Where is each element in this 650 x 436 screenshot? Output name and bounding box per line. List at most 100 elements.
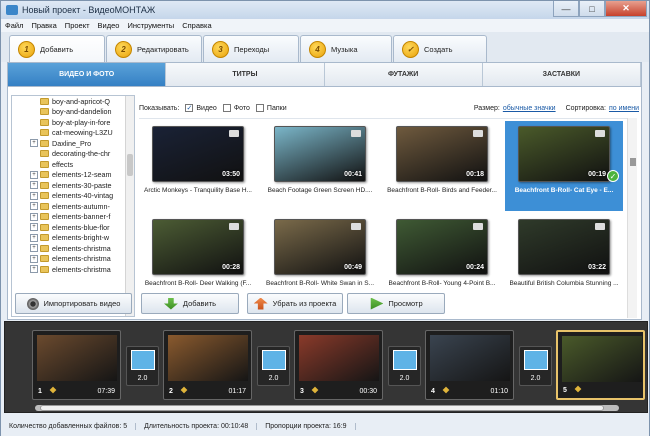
pencil-icon[interactable] bbox=[180, 386, 188, 394]
media-thumbnail[interactable]: 00:24 bbox=[396, 219, 488, 275]
expand-icon[interactable]: + bbox=[30, 170, 38, 179]
preview-button[interactable]: Просмотр bbox=[347, 293, 445, 314]
tree-folder-item[interactable]: + elements-autumn- bbox=[12, 201, 134, 212]
expand-icon[interactable]: + bbox=[30, 223, 38, 232]
tab-transitions[interactable]: 3 Переходы bbox=[203, 35, 299, 62]
pencil-icon[interactable] bbox=[311, 386, 319, 394]
media-item[interactable]: 00:41 Beach Footage Green Screen HD.... bbox=[261, 121, 379, 211]
media-thumbnail[interactable]: 00:28 bbox=[152, 219, 244, 275]
media-thumbnail[interactable]: 03:22 bbox=[518, 219, 610, 275]
add-button[interactable]: Добавить bbox=[141, 293, 239, 314]
pencil-icon[interactable] bbox=[49, 386, 57, 394]
minimize-button[interactable]: — bbox=[553, 1, 579, 17]
tree-scrollbar[interactable] bbox=[125, 96, 134, 316]
expand-icon[interactable]: + bbox=[30, 233, 38, 242]
media-item[interactable]: 03:22 Beautiful British Columbia Stunning… bbox=[505, 214, 623, 304]
clip-number: 4 bbox=[431, 388, 435, 395]
tree-folder-item[interactable]: + elements-40-vintag bbox=[12, 191, 134, 202]
media-item[interactable]: 00:24 Beachfront B-Roll- Young 4-Point B.… bbox=[383, 214, 501, 304]
tab-add[interactable]: 1 Добавить bbox=[9, 35, 105, 63]
folder-icon bbox=[40, 160, 49, 168]
tree-folder-item[interactable]: + elements-bright-w bbox=[12, 233, 134, 244]
maximize-button[interactable]: □ bbox=[579, 1, 605, 17]
tree-folder-item[interactable]: cat-meowing-L3ZU bbox=[12, 128, 134, 139]
size-link[interactable]: обычные значки bbox=[503, 105, 556, 112]
tree-folder-item[interactable]: + elements-christma bbox=[12, 254, 134, 265]
expand-icon[interactable]: + bbox=[30, 212, 38, 221]
tree-scroll-thumb[interactable] bbox=[127, 154, 133, 176]
tree-folder-item[interactable]: boy-and-apricot-Q bbox=[12, 96, 134, 107]
media-thumbnail[interactable]: 00:49 bbox=[274, 219, 366, 275]
tree-folder-item[interactable]: + elements-blue-flor bbox=[12, 222, 134, 233]
tree-folder-item[interactable]: + elements-christma bbox=[12, 264, 134, 275]
sort-link[interactable]: по имени bbox=[609, 105, 639, 112]
media-scrollbar[interactable] bbox=[627, 118, 637, 318]
timeline-scroll-thumb[interactable] bbox=[40, 405, 604, 411]
media-item[interactable]: 00:28 Beachfront B-Roll- Deer Walking (F.… bbox=[139, 214, 257, 304]
media-item[interactable]: 00:19 Beachfront B-Roll- Cat Eye - E... ✓ bbox=[505, 121, 623, 211]
remove-label: Убрать из проекта bbox=[272, 299, 337, 308]
expand-icon[interactable]: + bbox=[30, 254, 38, 263]
tree-folder-item[interactable]: boy-at-play-in-fore bbox=[12, 117, 134, 128]
subtab-titles[interactable]: ТИТРЫ bbox=[166, 63, 325, 86]
media-thumbnail[interactable]: 00:18 bbox=[396, 126, 488, 182]
media-item[interactable]: 03:50 Arctic Monkeys - Tranquility Base H… bbox=[139, 121, 257, 211]
timeline-clip[interactable]: 3 00:30 bbox=[294, 330, 383, 400]
checkmark-icon: ✓ bbox=[607, 170, 619, 182]
photo-checkbox[interactable] bbox=[222, 104, 231, 112]
timeline-clip[interactable]: 5 bbox=[556, 330, 645, 400]
menu-edit[interactable]: Правка bbox=[31, 21, 56, 30]
subtab-video-photo[interactable]: ВИДЕО И ФОТО bbox=[8, 63, 167, 86]
timeline-scrollbar[interactable] bbox=[35, 405, 619, 411]
transition-slot[interactable]: 2.0 bbox=[519, 346, 552, 386]
filter-bar: Показывать: ✓ Видео Фото Папки Размер: о… bbox=[139, 101, 639, 115]
media-scroll-thumb[interactable] bbox=[630, 158, 636, 166]
media-thumbnail[interactable]: 03:50 bbox=[152, 126, 244, 182]
menu-help[interactable]: Справка bbox=[182, 21, 211, 30]
expand-icon[interactable]: + bbox=[30, 191, 38, 200]
media-item[interactable]: 00:49 Beachfront B-Roll- White Swan in S.… bbox=[261, 214, 379, 304]
size-label: Размер: bbox=[473, 104, 500, 112]
timeline-clip[interactable]: 2 01:17 bbox=[163, 330, 252, 400]
expand-icon[interactable]: + bbox=[30, 181, 38, 190]
tree-folder-label: elements-autumn- bbox=[52, 201, 110, 211]
import-video-button[interactable]: Импортировать видео bbox=[15, 293, 132, 314]
remove-from-project-button[interactable]: Убрать из проекта bbox=[247, 293, 343, 314]
tab-music[interactable]: 4 Музыка bbox=[300, 35, 392, 62]
timeline-clip[interactable]: 1 07:39 bbox=[32, 330, 121, 400]
media-thumbnail[interactable]: 00:19 bbox=[518, 126, 610, 182]
video-checkbox[interactable]: ✓ bbox=[185, 104, 194, 112]
pencil-icon[interactable] bbox=[442, 386, 450, 394]
tree-folder-item[interactable]: + Daxline_Pro bbox=[12, 138, 134, 149]
timeline-clip[interactable]: 4 01:10 bbox=[425, 330, 514, 400]
tree-folder-item[interactable]: + elements-banner-f bbox=[12, 212, 134, 223]
step-number-badge: 4 bbox=[309, 40, 326, 58]
tab-label: Музыка bbox=[331, 44, 358, 54]
expand-icon[interactable]: + bbox=[30, 139, 38, 148]
close-button[interactable]: ✕ bbox=[605, 1, 647, 17]
tree-folder-item[interactable]: effects bbox=[12, 159, 134, 170]
pencil-icon[interactable] bbox=[574, 385, 582, 393]
tree-folder-item[interactable]: + elements-christma bbox=[12, 243, 134, 254]
tree-folder-item[interactable]: decorating-the-chr bbox=[12, 149, 134, 160]
transition-slot[interactable]: 2.0 bbox=[126, 346, 159, 386]
expand-icon[interactable]: + bbox=[30, 244, 38, 253]
tab-create[interactable]: ✓ Создать bbox=[393, 35, 487, 62]
subtab-intros[interactable]: ЗАСТАВКИ bbox=[482, 63, 641, 86]
tree-folder-item[interactable]: boy-and-dandelion bbox=[12, 107, 134, 118]
menu-video[interactable]: Видео bbox=[98, 21, 120, 30]
menu-tools[interactable]: Инструменты bbox=[127, 21, 174, 30]
expand-icon[interactable]: + bbox=[30, 202, 38, 211]
tree-folder-item[interactable]: + elements-30-paste bbox=[12, 180, 134, 191]
expand-icon[interactable]: + bbox=[30, 265, 38, 274]
media-item[interactable]: 00:18 Beachfront B-Roll- Birds and Feeder… bbox=[383, 121, 501, 211]
transition-slot[interactable]: 2.0 bbox=[257, 346, 290, 386]
folders-checkbox[interactable] bbox=[255, 104, 264, 112]
menu-file[interactable]: Файл bbox=[5, 21, 23, 30]
tab-edit[interactable]: 2 Редактировать bbox=[106, 35, 202, 62]
tree-folder-item[interactable]: + elements-12-seam bbox=[12, 170, 134, 181]
media-thumbnail[interactable]: 00:41 bbox=[274, 126, 366, 182]
subtab-footage[interactable]: ФУТАЖИ bbox=[324, 63, 483, 86]
transition-slot[interactable]: 2.0 bbox=[388, 346, 421, 386]
menu-project[interactable]: Проект bbox=[65, 21, 90, 30]
